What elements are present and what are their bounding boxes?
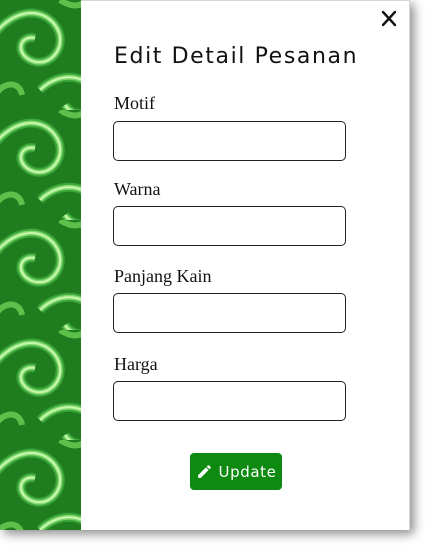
dialog-title: Edit Detail Pesanan xyxy=(114,44,359,69)
motif-input[interactable] xyxy=(113,121,346,161)
motif-label: Motif xyxy=(114,93,156,113)
panjang-kain-label: Panjang Kain xyxy=(114,266,212,286)
close-button[interactable] xyxy=(378,8,400,30)
close-icon xyxy=(381,10,397,27)
edit-order-dialog: Edit Detail Pesanan Motif Warna Panjang … xyxy=(0,0,410,530)
pencil-icon xyxy=(196,463,213,480)
update-button-label: Update xyxy=(218,462,277,481)
batik-pattern-image xyxy=(0,0,81,530)
form-panel xyxy=(81,0,410,530)
harga-label: Harga xyxy=(114,354,158,374)
warna-input[interactable] xyxy=(113,206,346,246)
harga-input[interactable] xyxy=(113,381,346,421)
panjang-kain-input[interactable] xyxy=(113,293,346,333)
warna-label: Warna xyxy=(114,179,161,199)
batik-decoration xyxy=(0,0,81,530)
update-button[interactable]: Update xyxy=(190,453,282,490)
